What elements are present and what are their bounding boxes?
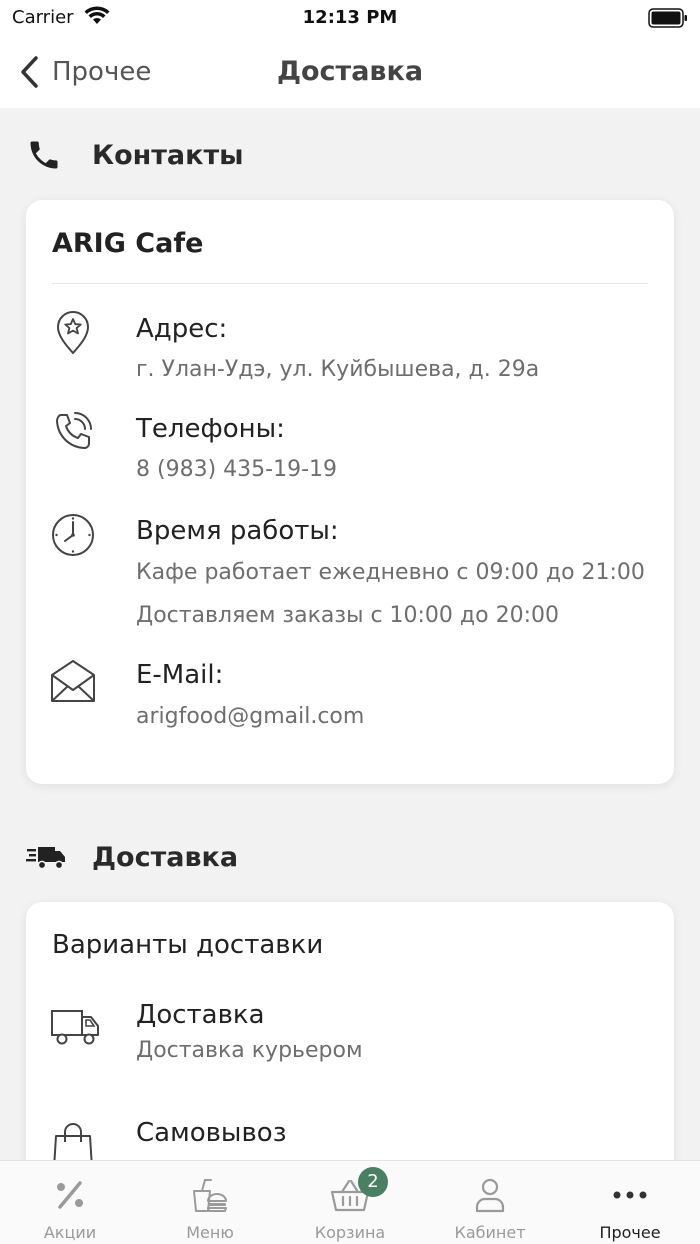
clock: 12:13 PM [302, 7, 398, 28]
delivery-options-title: Варианты доставки [52, 930, 324, 960]
fast-truck-icon [26, 847, 65, 870]
tab-cart[interactable]: 2 Корзина [280, 1161, 420, 1244]
address-label: Адрес: [136, 314, 228, 344]
status-bar: Carrier 12:13 PM [0, 0, 700, 36]
email-value[interactable]: arigfood@gmail.com [136, 704, 364, 729]
delivery-section-title: Доставка [92, 841, 239, 873]
tab-label: Корзина [314, 1223, 386, 1242]
hours-label: Время работы: [136, 516, 339, 546]
user-icon [475, 1178, 505, 1213]
envelope-icon [51, 660, 95, 702]
divider [52, 283, 648, 284]
tab-bar: Акции Меню 2 Корзина Кабинет Прочее [0, 1160, 700, 1244]
location-pin-icon [56, 311, 90, 355]
phones-value[interactable]: 8 (983) 435-19-19 [136, 457, 337, 482]
tab-promotions[interactable]: Акции [0, 1161, 140, 1244]
truck-icon [51, 1010, 99, 1045]
battery-icon [648, 8, 687, 28]
clock-icon [52, 514, 94, 556]
tab-account[interactable]: Кабинет [420, 1161, 560, 1244]
phone-ringing-icon [56, 412, 92, 449]
cafe-name: ARIG Cafe [52, 228, 204, 259]
percent-icon [57, 1181, 83, 1209]
phones-label: Телефоны: [136, 414, 285, 444]
contacts-section-header: Контакты [26, 133, 244, 177]
tab-label: Кабинет [454, 1223, 526, 1242]
tab-label: Прочее [599, 1223, 661, 1242]
more-dots-icon [613, 1191, 647, 1199]
cart-count-badge: 2 [358, 1167, 388, 1197]
tab-menu[interactable]: Меню [140, 1161, 280, 1244]
delivery-section-header: Доставка [26, 835, 238, 879]
page-title: Доставка [276, 56, 424, 87]
nav-bar: Прочее Доставка [0, 36, 700, 108]
delivery-option-title: Доставка [136, 1000, 265, 1030]
address-value[interactable]: г. Улан-Удэ, ул. Куйбышева, д. 29а [136, 357, 539, 382]
hours-line-1: Кафе работает ежедневно с 09:00 до 21:00 [136, 560, 645, 585]
phone-icon [30, 141, 58, 169]
tab-label: Меню [186, 1223, 234, 1242]
contacts-section-title: Контакты [92, 139, 244, 171]
food-icon [193, 1179, 227, 1212]
hours-line-2: Доставляем заказы с 10:00 до 20:00 [136, 603, 559, 628]
contacts-card: ARIG Cafe Адрес: г. Улан-Удэ, ул. Куйбыш… [26, 200, 674, 784]
pickup-option-title: Самовывоз [136, 1118, 287, 1148]
tab-label: Акции [43, 1223, 97, 1242]
email-label: E-Mail: [136, 660, 224, 690]
tab-more[interactable]: Прочее [560, 1161, 700, 1244]
delivery-option-subtitle: Доставка курьером [136, 1038, 363, 1063]
